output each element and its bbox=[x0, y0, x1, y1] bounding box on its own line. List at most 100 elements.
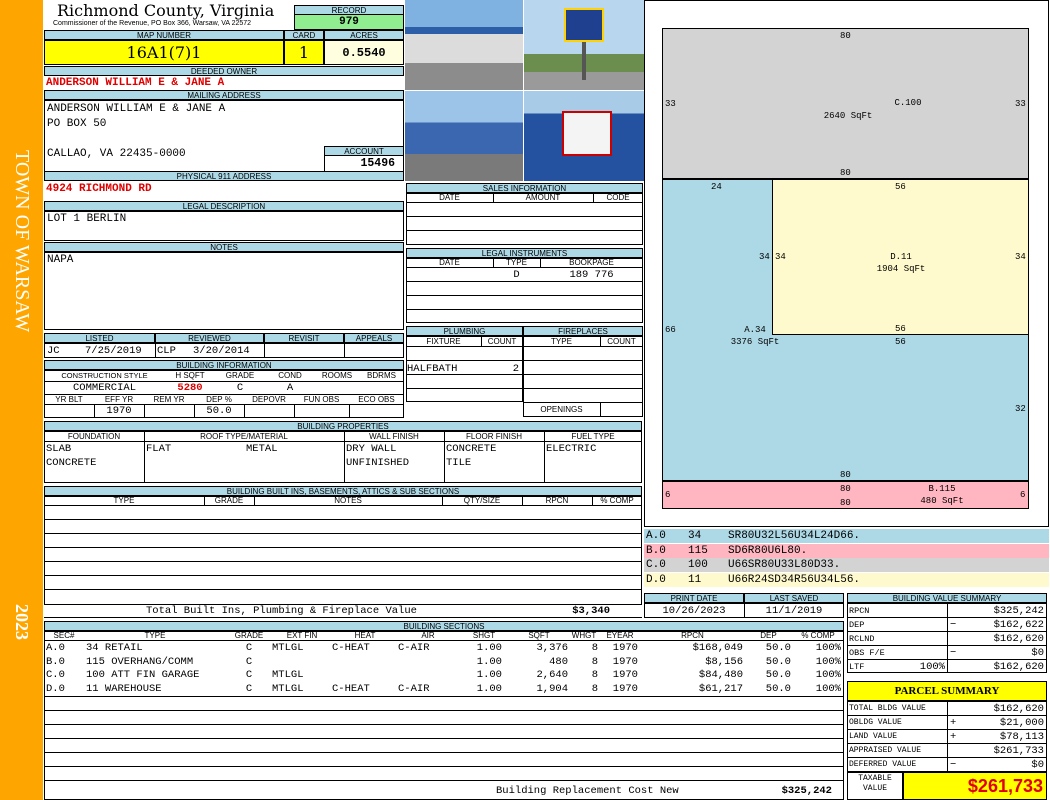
traverse-code: 100 bbox=[688, 559, 708, 571]
year-label: 2023 bbox=[12, 604, 32, 640]
vs-ltr-label: LTF bbox=[849, 662, 865, 672]
section-row-2-comp: 100% bbox=[815, 655, 841, 668]
sections-header-2: TYPE bbox=[144, 631, 166, 640]
photo-storefront bbox=[405, 0, 523, 90]
ps-land-label: LAND VALUE bbox=[849, 732, 898, 741]
value-summary-title: BUILDING VALUE SUMMARY bbox=[847, 593, 1047, 603]
ps-appraised: $261,733 bbox=[993, 745, 1044, 757]
section-row-4-rpcn: $61,217 bbox=[698, 682, 743, 695]
account-label: ACCOUNT bbox=[324, 146, 404, 156]
mail-line-3: CALLAO, VA 22435-0000 bbox=[47, 148, 186, 160]
vs-ltr-pct: 100% bbox=[919, 661, 945, 673]
sketch-b-area: 480 SqFt bbox=[920, 496, 964, 506]
dep-percent: 50.0 bbox=[206, 405, 232, 417]
h-wall: WALL FINISH bbox=[369, 432, 419, 441]
section-row-2-type: 115 OVERHANG/COMM bbox=[86, 655, 194, 668]
h-sqft: H SQFT bbox=[175, 371, 205, 380]
last-saved-label: LAST SAVED bbox=[744, 593, 844, 603]
foundation-2: CONCRETE bbox=[46, 457, 97, 469]
roof-material: METAL bbox=[246, 443, 278, 455]
plumb-h-count: COUNT bbox=[487, 337, 517, 346]
bi-h-qty: QTY/SIZE bbox=[463, 496, 501, 505]
section-row-1-eyear: 1970 bbox=[612, 642, 638, 654]
vs-rclnd-label: RCLND bbox=[849, 634, 875, 644]
ps-bldg-label: TOTAL BLDG VALUE bbox=[849, 704, 926, 713]
owner-label: DEEDED OWNER bbox=[44, 66, 404, 76]
section-row-1-sqft: 3,376 bbox=[536, 642, 568, 654]
taxable-value: $261,733 bbox=[903, 772, 1047, 800]
section-row-1-comp: 100% bbox=[815, 642, 841, 654]
sections-header-4: EXT FIN bbox=[286, 631, 318, 640]
dim-a-top-left: 24 bbox=[711, 182, 722, 192]
dim-b-top: 80 bbox=[840, 484, 851, 494]
building-sections-title: BUILDING SECTIONS bbox=[44, 621, 844, 631]
section-row-3-grade: C bbox=[245, 669, 253, 681]
map-number: 16A1(7)1 bbox=[44, 40, 284, 65]
plumbing-fixture: HALFBATH bbox=[407, 363, 458, 375]
ps-obldg-label: OBLDG VALUE bbox=[849, 718, 902, 727]
section-row-4-whgt: 8 bbox=[591, 682, 598, 695]
sales-h-amount: AMOUNT bbox=[525, 193, 561, 202]
fire-h-count: COUNT bbox=[607, 337, 636, 346]
traverse-row: B.0 115 SD6R80U6L80. bbox=[644, 543, 1049, 558]
vs-rpcn-label: RPCN bbox=[849, 606, 870, 616]
dim-d-left: 34 bbox=[775, 252, 786, 262]
grade-value: C bbox=[236, 382, 244, 394]
traverse-sec: B.0 bbox=[646, 544, 666, 557]
traverse-code: 34 bbox=[688, 530, 702, 542]
dim-c-top: 80 bbox=[840, 31, 851, 41]
dim-d-right: 34 bbox=[1015, 252, 1026, 262]
construction-style: COMMERCIAL bbox=[72, 382, 136, 394]
sections-header-10: EYEAR bbox=[606, 631, 634, 640]
section-row-1-sec: A.0 bbox=[46, 642, 65, 654]
dim-b-left: 6 bbox=[665, 490, 671, 500]
h-fuel: FUEL TYPE bbox=[571, 432, 615, 441]
section-row-4-shgt: 1.00 bbox=[476, 682, 502, 695]
ps-deferred-label: DEFERRED VALUE bbox=[849, 760, 917, 769]
listed-by: JC bbox=[47, 345, 60, 357]
sales-h-code: CODE bbox=[606, 193, 630, 202]
section-row-4-air: C-AIR bbox=[398, 682, 430, 695]
section-row-4-grade: C bbox=[245, 682, 253, 695]
section-row-1-type: 34 RETAIL bbox=[86, 642, 143, 654]
vs-obs: $0 bbox=[1031, 647, 1044, 659]
sections-header-5: HEAT bbox=[354, 631, 376, 640]
section-row-4-heat: C-HEAT bbox=[332, 682, 370, 695]
dim-c-right: 33 bbox=[1015, 99, 1026, 109]
section-row-1-rpcn: $168,049 bbox=[692, 642, 743, 654]
ps-land: $78,113 bbox=[999, 731, 1044, 743]
section-row-2-grade: C bbox=[245, 655, 253, 668]
traverse-row: A.0 34 SR80U32L56U34L24D66. bbox=[644, 529, 1049, 543]
section-row-2-whgt: 8 bbox=[591, 655, 598, 668]
section-row-3-shgt: 1.00 bbox=[476, 669, 502, 681]
h-rooms: ROOMS bbox=[321, 371, 353, 380]
sketch-c-code: C.100 bbox=[894, 98, 922, 108]
sections-header-9: WHGT bbox=[571, 631, 597, 640]
fire-h-type: TYPE bbox=[551, 337, 572, 346]
sections-header-7: SHGT bbox=[472, 631, 496, 640]
dim-c-left: 33 bbox=[665, 99, 676, 109]
sections-header-13: % COMP bbox=[801, 631, 835, 640]
owner-name: ANDERSON WILLIAM E & JANE A bbox=[46, 77, 225, 89]
photo-auto-parts-sign bbox=[524, 91, 644, 181]
vs-obs-label: OBS F/E bbox=[849, 648, 885, 658]
building-properties-title: BUILDING PROPERTIES bbox=[44, 421, 642, 431]
sections-header-6: AIR bbox=[421, 631, 435, 640]
last-saved: 11/1/2019 bbox=[765, 605, 823, 617]
section-row-3-type: 100 ATT FIN GARAGE bbox=[86, 669, 200, 681]
builtins-total-label: Total Built Ins, Plumbing & Fireplace Va… bbox=[146, 605, 417, 617]
building-info-title: BUILDING INFORMATION bbox=[44, 360, 404, 370]
plumb-h-fixture: FIXTURE bbox=[426, 337, 461, 346]
h-roof: ROOF TYPE/MATERIAL bbox=[200, 432, 288, 441]
wall-finish-2: UNFINISHED bbox=[346, 457, 410, 469]
dim-a-left: 66 bbox=[665, 325, 676, 335]
foundation-1: SLAB bbox=[46, 443, 72, 455]
section-row-1-whgt: 8 bbox=[591, 642, 598, 654]
eff-year: 1970 bbox=[106, 405, 132, 417]
section-row-4-type: 11 WAREHOUSE bbox=[86, 682, 162, 695]
dim-d-bottom: 56 bbox=[895, 324, 906, 334]
h-dep: DEP % bbox=[206, 395, 232, 404]
sections-header-3: GRADE bbox=[234, 631, 264, 640]
sketch-a-code: A.34 bbox=[744, 325, 766, 335]
h-foundation: FOUNDATION bbox=[67, 432, 121, 441]
